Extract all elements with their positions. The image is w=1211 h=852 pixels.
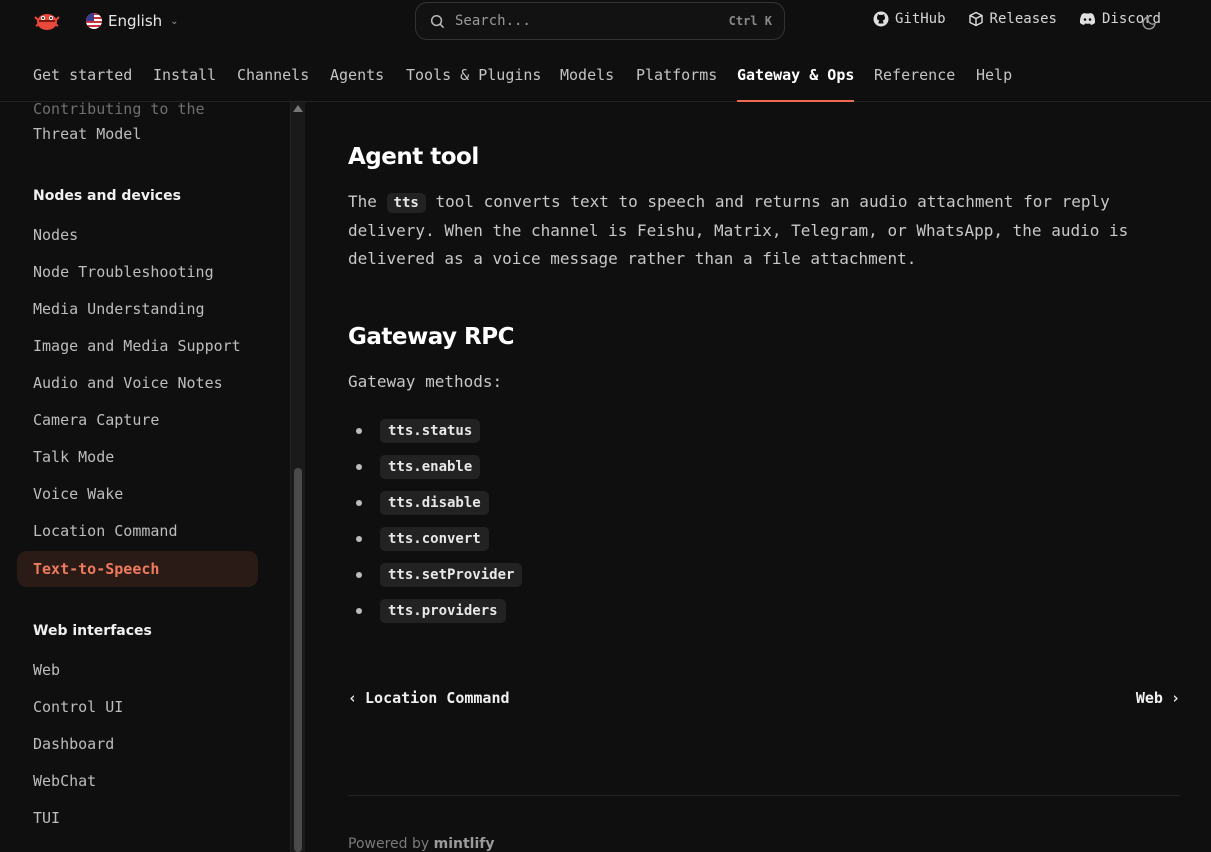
method-tts-disable: tts.disable <box>380 491 489 515</box>
releases-link[interactable]: Releases <box>968 11 1057 27</box>
sidebar-item-node-troubleshooting[interactable]: Node Troubleshooting <box>33 263 214 281</box>
method-tts-setprovider: tts.setProvider <box>380 563 523 587</box>
sidebar: Contributing to the Threat Model Nodes a… <box>0 102 290 852</box>
chevron-right-icon: › <box>1170 689 1180 707</box>
chevron-down-icon: ⌄ <box>170 15 179 27</box>
heading-agent-tool: Agent tool <box>348 144 479 170</box>
sidebar-item-location-command[interactable]: Location Command <box>33 522 178 540</box>
github-link[interactable]: GitHub <box>873 11 946 27</box>
tab-install[interactable]: Install <box>153 66 216 102</box>
sidebar-group-web-interfaces: Web interfaces <box>33 623 152 639</box>
next-page-link[interactable]: Web › <box>1136 689 1180 707</box>
sidebar-group-nodes-and-devices: Nodes and devices <box>33 188 181 204</box>
list-bullet <box>356 500 362 506</box>
powered-by-mintlify[interactable]: Powered by mintlify <box>348 836 494 852</box>
sidebar-item-media-understanding[interactable]: Media Understanding <box>33 300 205 318</box>
list-bullet <box>356 464 362 470</box>
inline-code-tts: tts <box>386 193 426 213</box>
sidebar-item-tui[interactable]: TUI <box>33 809 60 827</box>
gateway-methods-intro: Gateway methods: <box>348 372 503 391</box>
top-bar: English ⌄ Search... Ctrl K GitHub Releas… <box>0 0 1211 52</box>
agent-tool-paragraph: The tts tool converts text to speech and… <box>348 188 1168 273</box>
sidebar-item-camera-capture[interactable]: Camera Capture <box>33 411 159 429</box>
list-bullet <box>356 536 362 542</box>
mintlify-brand: mintlify <box>433 836 495 852</box>
method-tts-providers: tts.providers <box>380 599 506 623</box>
language-selector[interactable]: English ⌄ <box>86 11 179 31</box>
list-bullet <box>356 572 362 578</box>
releases-label: Releases <box>989 11 1057 27</box>
search-icon <box>430 14 445 28</box>
footer-divider <box>348 795 1180 796</box>
sidebar-item-label: Text-to-Speech <box>33 560 160 578</box>
sidebar-item-dashboard[interactable]: Dashboard <box>33 735 114 753</box>
language-label: English <box>108 12 163 30</box>
sidebar-item-contributing-threat-model-line2[interactable]: Threat Model <box>33 125 141 143</box>
paragraph-line-1: The tts tool converts text to speech and… <box>348 192 1110 213</box>
list-bullet <box>356 428 362 434</box>
nav-tabs: Get started Install Channels Agents Tool… <box>0 52 1211 102</box>
prev-page-label: Location Command <box>365 689 510 707</box>
moon-icon[interactable] <box>1142 12 1160 30</box>
sidebar-item-webchat[interactable]: WebChat <box>33 772 96 790</box>
scroll-up-arrow-icon[interactable] <box>293 105 303 112</box>
sidebar-item-voice-wake[interactable]: Voice Wake <box>33 485 123 503</box>
search-input[interactable]: Search... Ctrl K <box>415 2 785 40</box>
us-flag-icon <box>86 13 102 29</box>
heading-gateway-rpc: Gateway RPC <box>348 324 515 350</box>
lobster-logo-icon[interactable] <box>33 9 61 33</box>
paragraph-line-2: delivery. When the channel is Feishu, Ma… <box>348 221 1129 240</box>
sidebar-item-control-ui[interactable]: Control UI <box>33 698 123 716</box>
sidebar-item-contributing-threat-model-line1[interactable]: Contributing to the <box>33 102 205 118</box>
list-bullet <box>356 608 362 614</box>
main-content: Agent tool The tts tool converts text to… <box>348 102 1180 852</box>
tab-reference[interactable]: Reference <box>874 66 955 102</box>
sidebar-item-talk-mode[interactable]: Talk Mode <box>33 448 114 466</box>
github-label: GitHub <box>894 11 946 27</box>
sidebar-scrollbar[interactable] <box>290 102 305 852</box>
tab-models[interactable]: Models <box>560 66 614 102</box>
tab-get-started[interactable]: Get started <box>33 66 132 102</box>
paragraph-line-3: delivered as a voice message rather than… <box>348 249 917 268</box>
sidebar-item-image-media-support[interactable]: Image and Media Support <box>33 337 241 355</box>
tab-tools-plugins[interactable]: Tools & Plugins <box>406 66 541 102</box>
tab-gateway-ops[interactable]: Gateway & Ops <box>737 66 855 102</box>
search-placeholder: Search... <box>455 13 531 29</box>
github-icon <box>873 11 889 27</box>
sidebar-item-text-to-speech[interactable]: Text-to-Speech <box>17 551 258 587</box>
prev-page-link[interactable]: ‹ Location Command <box>348 689 510 707</box>
method-tts-status: tts.status <box>380 419 481 443</box>
sidebar-item-web[interactable]: Web <box>33 661 60 679</box>
sidebar-item-nodes[interactable]: Nodes <box>33 226 78 244</box>
tab-platforms[interactable]: Platforms <box>636 66 717 102</box>
chevron-left-icon: ‹ <box>348 689 358 707</box>
package-icon <box>968 11 983 27</box>
search-shortcut: Ctrl K <box>728 14 772 28</box>
sidebar-item-audio-voice-notes[interactable]: Audio and Voice Notes <box>33 374 223 392</box>
tab-agents[interactable]: Agents <box>330 66 384 102</box>
tab-help[interactable]: Help <box>976 66 1012 102</box>
discord-icon <box>1079 13 1096 25</box>
tab-channels[interactable]: Channels <box>237 66 309 102</box>
method-tts-enable: tts.enable <box>380 455 481 479</box>
method-tts-convert: tts.convert <box>380 527 489 551</box>
next-page-label: Web <box>1135 689 1163 707</box>
scrollbar-thumb[interactable] <box>294 468 302 852</box>
